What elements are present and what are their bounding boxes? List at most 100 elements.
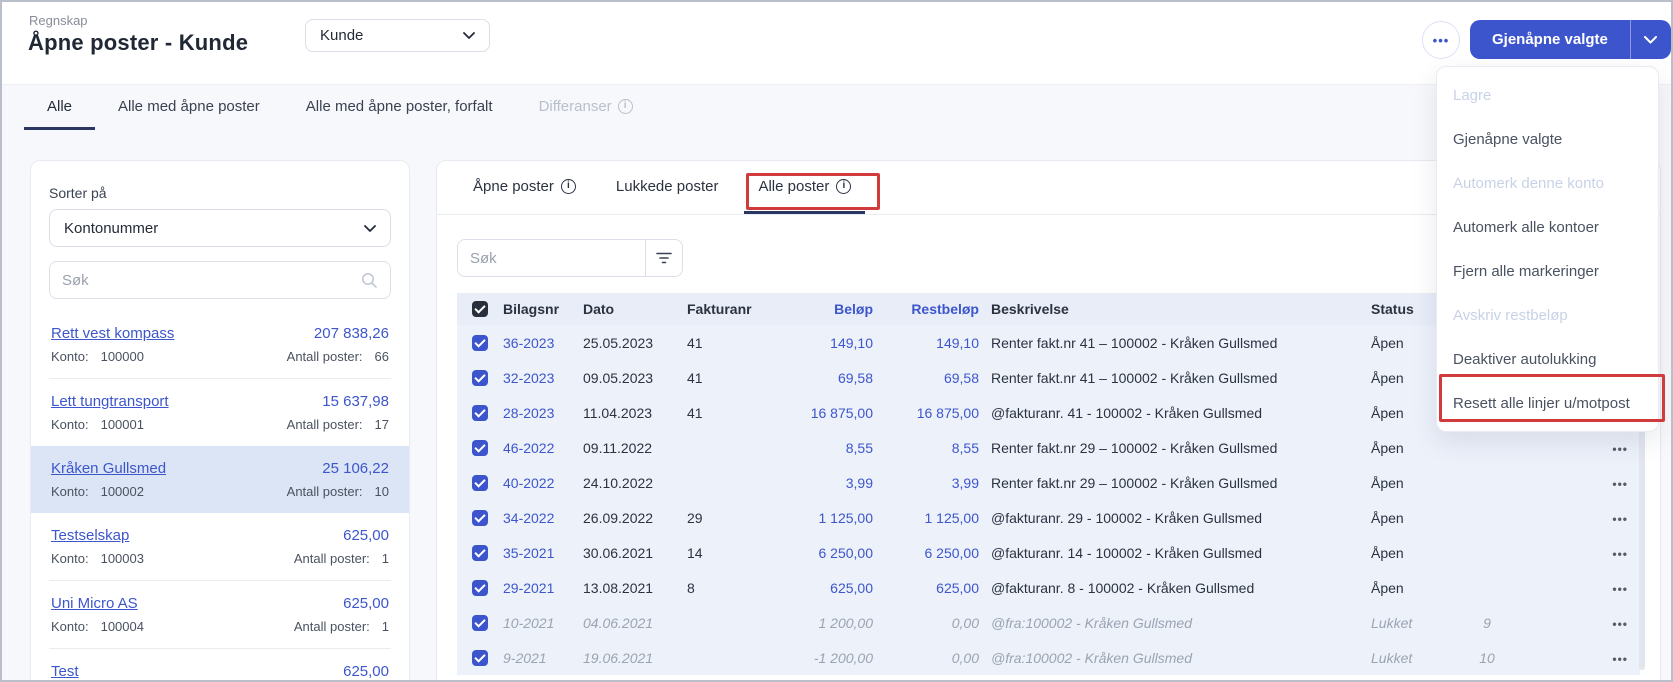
more-actions-menu: Lagre Gjenåpne valgte Automerk denne kon…: [1436, 66, 1659, 432]
row-checkbox[interactable]: [472, 440, 488, 456]
table-row: 40-2022 24.10.2022 3,99 3,99 Renter fakt…: [457, 465, 1640, 500]
list-item[interactable]: Testselskap 625,00 Konto:100003 Antall p…: [49, 513, 391, 580]
account-amount: 625,00: [343, 663, 389, 680]
tab-lukkede-poster[interactable]: Lukkede poster: [602, 161, 733, 214]
account-link[interactable]: Lett tungtransport: [51, 393, 169, 410]
row-checkbox[interactable]: [472, 580, 488, 596]
bilagsnr-link[interactable]: 40-2022: [503, 475, 583, 491]
list-item[interactable]: Test 625,00: [49, 648, 391, 682]
sort-label: Sorter på: [49, 185, 391, 201]
bilagsnr-link[interactable]: 29-2021: [503, 580, 583, 596]
account-link[interactable]: Rett vest kompass: [51, 325, 174, 342]
menu-item-fjern-alle-markeringer[interactable]: Fjern alle markeringer: [1437, 249, 1658, 293]
list-item-selected[interactable]: Kråken Gullsmed 25 106,22 Konto:100002 A…: [31, 446, 409, 513]
reopen-selected-split-button[interactable]: Gjenåpne valgte: [1470, 20, 1671, 59]
search-icon: [361, 272, 378, 289]
antall-value: 17: [375, 417, 389, 432]
tab-alle-med-apne-poster[interactable]: Alle med åpne poster: [95, 85, 283, 130]
menu-item-automerk-denne-konto: Automerk denne konto: [1437, 161, 1658, 205]
account-list: Rett vest kompass 207 838,26 Konto:10000…: [49, 311, 391, 682]
breadcrumb: Regnskap: [29, 13, 88, 28]
bilagsnr-link[interactable]: 35-2021: [503, 545, 583, 561]
menu-item-gjenapne-valgte[interactable]: Gjenåpne valgte: [1437, 117, 1658, 161]
entity-type-select[interactable]: Kunde: [305, 19, 490, 52]
tab-alle-poster[interactable]: Alle poster i: [744, 161, 865, 214]
bilagsnr-link[interactable]: 36-2023: [503, 335, 583, 351]
row-checkbox[interactable]: [472, 510, 488, 526]
filter-icon: [656, 252, 672, 264]
menu-item-automerk-alle-kontoer[interactable]: Automerk alle kontoer: [1437, 205, 1658, 249]
bilagsnr-link[interactable]: 46-2022: [503, 440, 583, 456]
row-actions-button[interactable]: •••: [1612, 582, 1628, 596]
menu-item-lagre: Lagre: [1437, 73, 1658, 117]
page-tab-bar: Alle Alle med åpne poster Alle med åpne …: [2, 85, 1671, 130]
filter-button[interactable]: [645, 239, 683, 277]
tab-apne-poster[interactable]: Åpne poster i: [459, 161, 590, 214]
accounts-panel: Sorter på Kontonummer Rett vest kompass …: [30, 160, 410, 682]
table-row: 46-2022 09.11.2022 8,55 8,55 Renter fakt…: [457, 430, 1640, 465]
account-amount: 207 838,26: [314, 325, 389, 342]
posts-search-input[interactable]: [470, 250, 633, 267]
menu-item-resett-alle-linjer[interactable]: Resett alle linjer u/motpost: [1437, 381, 1658, 425]
tab-alle[interactable]: Alle: [24, 85, 95, 130]
tab-differanser: Differanser i: [516, 85, 656, 130]
konto-value: 100004: [101, 619, 144, 634]
antall-value: 1: [382, 619, 389, 634]
account-link[interactable]: Kråken Gullsmed: [51, 460, 166, 477]
row-checkbox[interactable]: [472, 405, 488, 421]
row-actions-button[interactable]: •••: [1612, 442, 1628, 456]
table-row-closed: 10-2021 04.06.2021 1 200,00 0,00 @fra:10…: [457, 605, 1640, 640]
list-item[interactable]: Lett tungtransport 15 637,98 Konto:10000…: [49, 378, 391, 446]
account-amount: 25 106,22: [322, 460, 389, 477]
account-search[interactable]: [49, 261, 391, 299]
table-row: 29-2021 13.08.2021 8 625,00 625,00 @fakt…: [457, 570, 1640, 605]
konto-value: 100003: [101, 551, 144, 566]
posts-search: [457, 239, 683, 277]
reopen-selected-label[interactable]: Gjenåpne valgte: [1470, 20, 1630, 59]
app-window: Regnskap Åpne poster - Kunde Kunde ••• G…: [0, 0, 1673, 682]
account-link[interactable]: Test: [51, 663, 79, 680]
account-amount: 625,00: [343, 527, 389, 544]
bilagsnr-link[interactable]: 34-2022: [503, 510, 583, 526]
row-checkbox[interactable]: [472, 370, 488, 386]
row-actions-button[interactable]: •••: [1612, 652, 1628, 666]
bilagsnr-link[interactable]: 32-2023: [503, 370, 583, 386]
select-all-checkbox[interactable]: [472, 301, 488, 317]
row-checkbox[interactable]: [472, 615, 488, 631]
sort-select[interactable]: Kontonummer: [49, 209, 391, 247]
row-checkbox[interactable]: [472, 545, 488, 561]
list-item[interactable]: Uni Micro AS 625,00 Konto:100004 Antall …: [49, 580, 391, 648]
list-item[interactable]: Rett vest kompass 207 838,26 Konto:10000…: [49, 311, 391, 378]
info-icon: i: [836, 179, 851, 194]
account-link[interactable]: Uni Micro AS: [51, 595, 138, 612]
more-actions-button[interactable]: •••: [1422, 21, 1460, 59]
app-header: Regnskap Åpne poster - Kunde Kunde ••• G…: [2, 2, 1671, 85]
tab-alle-med-apne-poster-forfalt[interactable]: Alle med åpne poster, forfalt: [283, 85, 516, 130]
row-actions-button[interactable]: •••: [1612, 512, 1628, 526]
row-actions-button[interactable]: •••: [1612, 477, 1628, 491]
row-actions-button[interactable]: •••: [1612, 617, 1628, 631]
table-row: 34-2022 26.09.2022 29 1 125,00 1 125,00 …: [457, 500, 1640, 535]
row-checkbox[interactable]: [472, 650, 488, 666]
row-checkbox[interactable]: [472, 335, 488, 351]
row-actions-button[interactable]: •••: [1612, 547, 1628, 561]
antall-value: 66: [375, 349, 389, 364]
table-row: 35-2021 30.06.2021 14 6 250,00 6 250,00 …: [457, 535, 1640, 570]
page-title: Åpne poster - Kunde: [28, 30, 248, 56]
table-row-closed: 9-2021 19.06.2021 -1 200,00 0,00 @fra:10…: [457, 640, 1640, 675]
ellipsis-icon: •••: [1433, 33, 1450, 48]
bilagsnr-link[interactable]: 9-2021: [503, 650, 583, 666]
menu-item-deaktiver-autolukking[interactable]: Deaktiver autolukking: [1437, 337, 1658, 381]
antall-value: 10: [375, 484, 389, 499]
split-button-caret[interactable]: [1630, 20, 1671, 59]
bilagsnr-link[interactable]: 28-2023: [503, 405, 583, 421]
menu-item-avskriv-restbelop: Avskriv restbeløp: [1437, 293, 1658, 337]
bilagsnr-link[interactable]: 10-2021: [503, 615, 583, 631]
account-amount: 15 637,98: [322, 393, 389, 410]
account-search-input[interactable]: [62, 272, 361, 289]
chevron-down-icon: [364, 225, 376, 232]
info-icon: i: [618, 99, 633, 114]
account-amount: 625,00: [343, 595, 389, 612]
row-checkbox[interactable]: [472, 475, 488, 491]
account-link[interactable]: Testselskap: [51, 527, 129, 544]
